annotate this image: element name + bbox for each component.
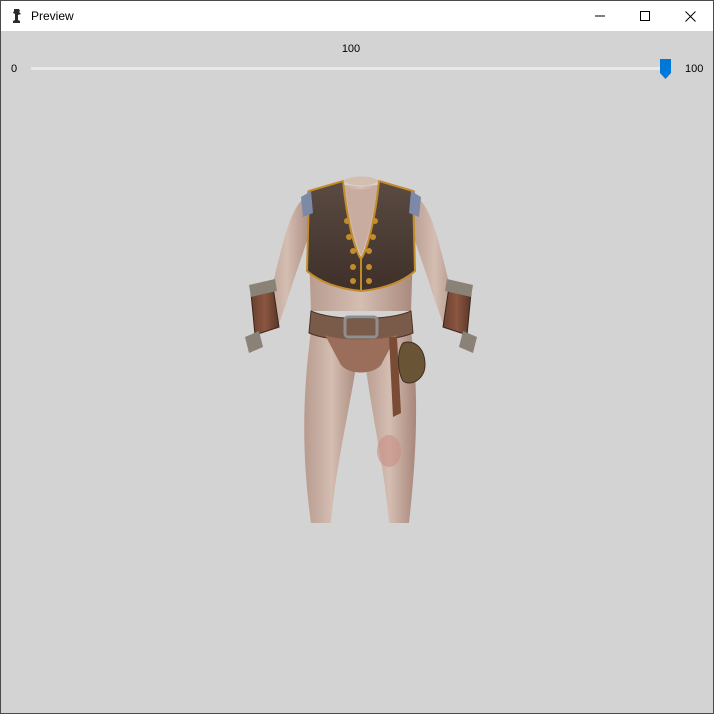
slider-value-label: 100 [341, 43, 361, 55]
slider-fill [31, 67, 671, 70]
minimize-button[interactable] [577, 1, 623, 31]
slider-min-label: 0 [11, 63, 18, 75]
chess-piece-icon [10, 8, 24, 24]
window-title: Preview [31, 9, 74, 23]
maximize-button[interactable] [622, 1, 668, 31]
maximize-icon [640, 11, 650, 21]
weight-slider-track[interactable] [31, 67, 671, 70]
slider-max-label: 100 [685, 63, 704, 75]
minimize-icon [595, 11, 605, 21]
preview-content: 100 0 100 [1, 31, 713, 713]
title-bar[interactable]: Preview [1, 1, 713, 31]
close-icon [684, 10, 696, 22]
close-button[interactable] [667, 1, 713, 31]
armor-outfit-model [231, 151, 491, 531]
weight-slider-thumb[interactable] [660, 59, 671, 79]
preview-window: Preview 100 0 100 [0, 0, 714, 714]
